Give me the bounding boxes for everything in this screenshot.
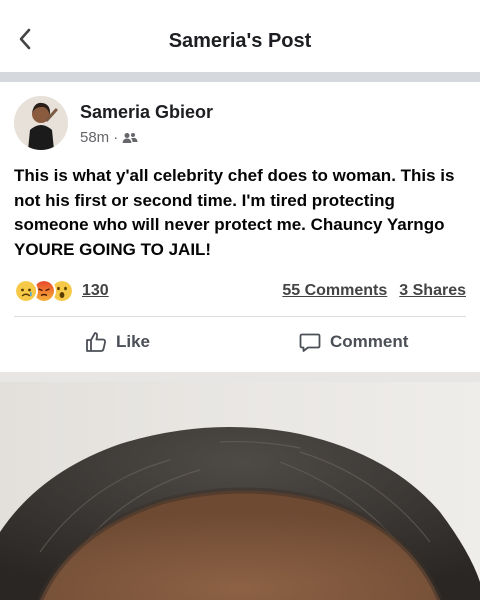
- comment-button[interactable]: Comment: [298, 330, 408, 354]
- post-card: Sameria Gbieor 58m · This is what y'all …: [0, 82, 480, 372]
- header-separator: [0, 72, 480, 82]
- photo-top-gap: [0, 372, 480, 382]
- comment-label: Comment: [330, 332, 409, 351]
- divider: [14, 316, 466, 317]
- post-time[interactable]: 58m: [80, 129, 109, 146]
- shares-count[interactable]: 3 Shares: [399, 282, 466, 300]
- post-text: This is what y'all celebrity chef does t…: [14, 166, 455, 259]
- comment-icon: [299, 333, 321, 352]
- like-label: Like: [116, 332, 151, 351]
- reaction-count: 130: [82, 282, 109, 299]
- thumbs-up-icon: [86, 332, 106, 352]
- author-name[interactable]: Sameria Gbieor: [80, 102, 213, 123]
- page-title: Sameria's Post: [168, 30, 312, 52]
- comments-count[interactable]: 55 Comments: [282, 282, 387, 300]
- like-button[interactable]: Like: [84, 330, 150, 354]
- meta-separator: ·: [113, 129, 119, 146]
- post-meta: 58m ·: [80, 129, 138, 146]
- friends-icon: [122, 132, 138, 143]
- sad-icon: [14, 279, 38, 303]
- reactions-summary[interactable]: 130: [14, 279, 109, 303]
- avatar[interactable]: [14, 96, 68, 150]
- post-photo[interactable]: [0, 382, 480, 600]
- top-bar: Sameria's Post: [0, 0, 480, 73]
- engagement-counts: 55 Comments 3 Shares: [282, 282, 466, 300]
